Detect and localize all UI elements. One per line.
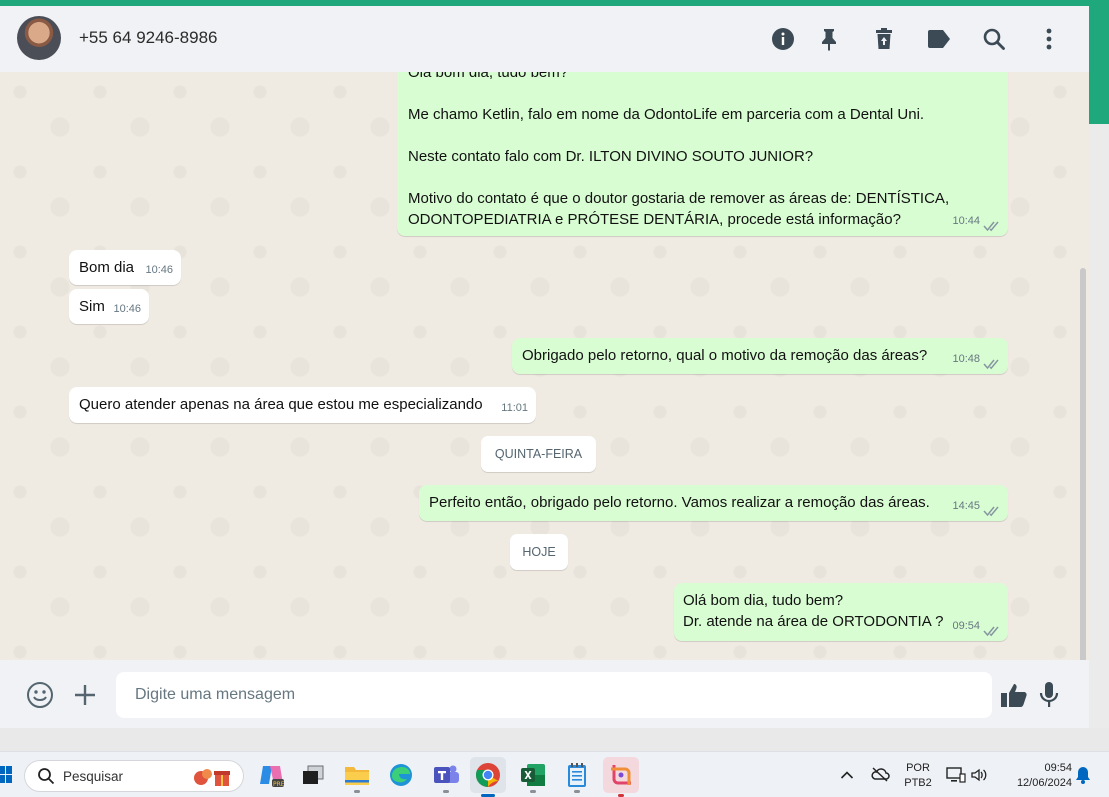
search-icon <box>38 768 55 785</box>
message-line: ODONTOPEDIATRIA e PRÓTESE DENTÁRIA, proc… <box>408 211 901 228</box>
clock-date: 12/06/2024 <box>1016 777 1072 789</box>
teams-icon[interactable] <box>432 761 460 793</box>
message-incoming[interactable]: Bom dia 10:46 <box>69 250 181 285</box>
message-timestamp: 14:45 <box>952 500 980 512</box>
network-icon[interactable] <box>946 766 966 789</box>
message-line: Dr. atende na área de ORTODONTIA ? <box>683 613 944 630</box>
chrome-icon[interactable] <box>470 757 506 797</box>
label-icon[interactable] <box>925 25 953 53</box>
message-line: Olá bom dia, tudo bem? <box>683 592 844 609</box>
app-running-indicator <box>574 790 580 793</box>
message-incoming[interactable]: Quero atender apenas na área que estou m… <box>69 387 536 423</box>
message-outgoing[interactable]: Olá bom dia, tudo bem? Dr. atende na áre… <box>674 583 1008 641</box>
read-receipt-icon <box>983 626 999 637</box>
window-edge <box>1089 124 1109 728</box>
message-input[interactable] <box>116 672 992 718</box>
svg-text:PRE: PRE <box>273 781 284 788</box>
keyboard-language[interactable]: POR PTB2 <box>898 761 938 791</box>
message-timestamp: 11:01 <box>501 402 528 414</box>
onedrive-offline-icon[interactable] <box>870 766 890 787</box>
chat-scrollbar[interactable] <box>1080 268 1086 660</box>
chat-header: +55 64 9246-8986 <box>0 6 1089 72</box>
chevron-up-icon[interactable] <box>840 767 854 785</box>
system-clock[interactable]: 09:54 12/06/2024 <box>1000 761 1072 791</box>
message-timestamp: 10:48 <box>952 353 980 365</box>
task-view-icon[interactable] <box>299 761 327 789</box>
message-outgoing[interactable]: Olá bom dia, tudo bem? Me chamo Ketlin, … <box>397 72 1008 236</box>
message-text: Sim <box>79 298 105 315</box>
day-divider: HOJE <box>510 534 568 570</box>
message-timestamp: 10:44 <box>952 215 980 227</box>
language-code: POR <box>906 762 930 774</box>
message-timestamp: 10:46 <box>145 264 173 276</box>
search-icon[interactable] <box>980 25 1008 53</box>
message-line: Olá bom dia, tudo bem? <box>408 72 569 81</box>
message-outgoing[interactable]: Perfeito então, obrigado pelo retorno. V… <box>419 485 1008 521</box>
excel-icon[interactable] <box>519 761 547 793</box>
message-line: Motivo do contato é que o doutor gostari… <box>408 190 950 207</box>
app-running-indicator <box>530 790 536 793</box>
read-receipt-icon <box>983 506 999 517</box>
message-incoming[interactable]: Sim 10:46 <box>69 289 149 324</box>
snipping-tool-icon[interactable] <box>603 757 639 797</box>
message-text: Perfeito então, obrigado pelo retorno. V… <box>429 494 930 511</box>
emoji-icon[interactable] <box>25 680 55 710</box>
message-text: Bom dia <box>79 259 135 276</box>
pin-icon[interactable] <box>815 25 843 53</box>
windows-taskbar: Pesquisar PRE POR PTB2 09:54 12/06/2024 <box>0 751 1109 797</box>
more-options-icon[interactable] <box>1035 25 1063 53</box>
attach-plus-icon[interactable] <box>70 680 100 710</box>
day-divider: QUINTA-FEIRA <box>481 436 596 472</box>
message-composer <box>0 660 1089 728</box>
notepad-icon[interactable] <box>563 761 591 793</box>
volume-icon[interactable] <box>970 766 988 789</box>
read-receipt-icon <box>983 359 999 370</box>
edge-icon[interactable] <box>387 761 415 789</box>
file-explorer-icon[interactable] <box>343 761 371 793</box>
message-line: Me chamo Ketlin, falo em nome da OdontoL… <box>408 106 925 123</box>
message-timestamp: 09:54 <box>952 620 980 632</box>
message-timestamp: 10:46 <box>113 303 141 315</box>
message-text: Obrigado pelo retorno, qual o motivo da … <box>522 347 928 364</box>
message-outgoing[interactable]: Obrigado pelo retorno, qual o motivo da … <box>512 338 1008 374</box>
message-line: Neste contato falo com Dr. ILTON DIVINO … <box>408 148 814 165</box>
app-running-indicator <box>354 790 360 793</box>
microphone-icon[interactable] <box>1034 680 1064 710</box>
windows-start-icon[interactable] <box>0 766 12 784</box>
layout-code: PTB2 <box>904 777 932 789</box>
info-icon[interactable] <box>769 25 797 53</box>
clock-time: 09:54 <box>1044 762 1072 774</box>
read-receipt-icon <box>983 221 999 232</box>
trash-icon[interactable] <box>870 25 898 53</box>
app-running-indicator <box>443 790 449 793</box>
contact-name[interactable]: +55 64 9246-8986 <box>79 28 218 48</box>
thumbs-up-icon[interactable] <box>999 680 1029 710</box>
copilot-icon[interactable]: PRE <box>257 761 285 789</box>
taskbar-search-box[interactable]: Pesquisar <box>24 760 244 792</box>
chat-area[interactable]: Olá bom dia, tudo bem? Me chamo Ketlin, … <box>0 72 1089 660</box>
window-edge-accent <box>1089 6 1109 124</box>
gift-icon <box>191 766 233 793</box>
contact-avatar[interactable] <box>17 16 61 60</box>
message-text: Quero atender apenas na área que estou m… <box>79 396 483 413</box>
taskbar-search-label: Pesquisar <box>63 768 124 784</box>
notification-bell-icon[interactable] <box>1075 766 1091 789</box>
